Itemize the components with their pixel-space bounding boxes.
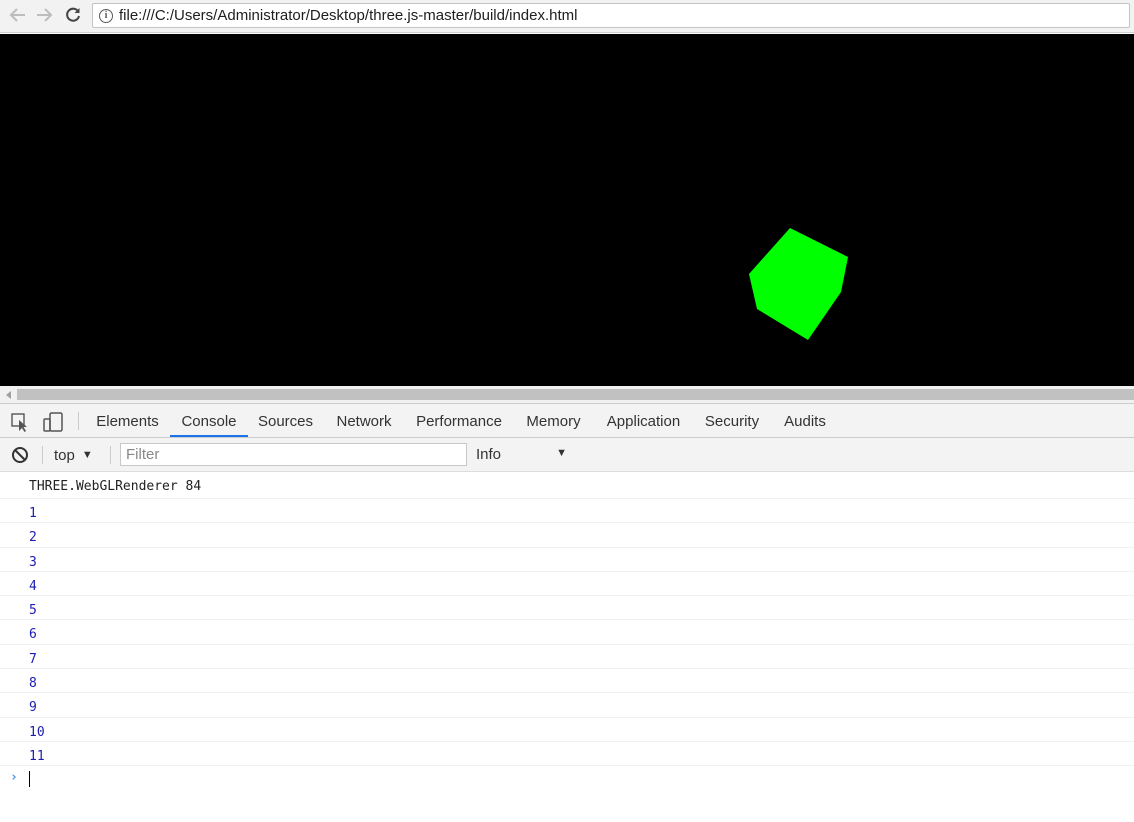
filter-input[interactable] — [120, 443, 467, 466]
log-level-select[interactable]: Info ▼ — [476, 446, 571, 464]
tab-console[interactable]: Console — [170, 404, 248, 437]
tab-audits[interactable]: Audits — [777, 404, 833, 437]
webgl-canvas[interactable] — [0, 34, 1134, 386]
console-message: 3 — [0, 548, 1134, 572]
tab-security[interactable]: Security — [699, 404, 765, 437]
reload-button[interactable] — [61, 4, 85, 26]
address-bar: i file:///C:/Users/Administrator/Desktop… — [0, 0, 1134, 33]
console-message: 5 — [0, 596, 1134, 621]
clear-console-icon[interactable] — [11, 446, 29, 464]
console-message: 6 — [0, 620, 1134, 645]
toolbar-divider — [42, 446, 43, 464]
chevron-right-icon: › — [10, 770, 18, 786]
triangle-down-icon: ▼ — [81, 449, 93, 461]
console-message: THREE.WebGLRenderer 84 — [0, 472, 1134, 499]
reload-icon — [66, 7, 80, 22]
console-message: 4 — [0, 572, 1134, 597]
green-cube — [749, 228, 848, 340]
cursor-select-icon — [11, 413, 27, 432]
cube-shape — [749, 228, 848, 340]
context-select[interactable]: top ▼ — [54, 446, 93, 464]
url-field[interactable]: i file:///C:/Users/Administrator/Desktop… — [92, 3, 1130, 28]
tab-sources[interactable]: Sources — [252, 404, 319, 437]
console-message: 1 — [0, 499, 1134, 524]
tab-memory[interactable]: Memory — [519, 404, 588, 437]
console-message: 2 — [0, 523, 1134, 548]
console-message: 9 — [0, 693, 1134, 718]
tab-elements[interactable]: Elements — [89, 404, 166, 437]
tab-performance[interactable]: Performance — [411, 404, 507, 437]
console-toolbar: top ▼ Info ▼ — [0, 438, 1134, 472]
console-message: 10 — [0, 718, 1134, 742]
console-prompt[interactable]: › — [0, 766, 1134, 790]
device-icon — [43, 412, 63, 432]
arrow-left-icon — [9, 8, 25, 22]
devtools-tabbar: Elements Console Sources Network Perform… — [0, 403, 1134, 438]
toolbar-divider — [110, 446, 111, 464]
console-message: 11 — [0, 742, 1134, 767]
horizontal-scrollbar[interactable] — [0, 386, 1134, 403]
info-icon[interactable]: i — [99, 8, 113, 23]
context-value: top — [54, 446, 75, 464]
device-toolbar-button[interactable] — [42, 411, 64, 433]
console-message: 8 — [0, 669, 1134, 694]
back-button[interactable] — [6, 4, 30, 26]
inspect-element-button[interactable] — [9, 411, 31, 433]
scroll-thumb[interactable] — [17, 389, 1134, 400]
triangle-left-icon — [5, 390, 11, 399]
scroll-left-button[interactable] — [0, 386, 17, 403]
text-caret — [29, 771, 30, 788]
url-text: file:///C:/Users/Administrator/Desktop/t… — [119, 7, 578, 24]
toolbar-divider — [78, 412, 79, 430]
console-messages: THREE.WebGLRenderer 84 1 2 3 4 5 6 7 8 9… — [0, 472, 1134, 790]
tab-application[interactable]: Application — [600, 404, 687, 437]
forward-button[interactable] — [32, 4, 56, 26]
log-level-value: Info — [476, 446, 502, 463]
arrow-right-icon — [37, 8, 53, 22]
console-message: 7 — [0, 645, 1134, 670]
tab-network[interactable]: Network — [329, 404, 399, 437]
triangle-down-icon: ▼ — [556, 447, 567, 459]
